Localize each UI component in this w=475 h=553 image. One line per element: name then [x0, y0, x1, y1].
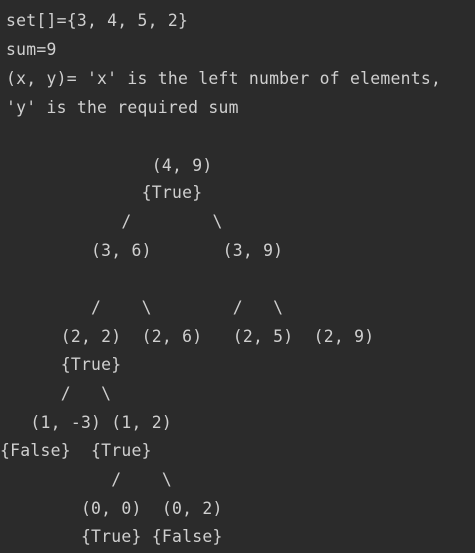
tree-branch: / \ [0, 384, 112, 403]
tree-level-1: (3, 6) (3, 9) [0, 241, 284, 260]
set-line: set[]={3, 4, 5, 2} [6, 11, 189, 30]
tree-branch: / \ / \ [0, 298, 284, 317]
tree-level-2: (2, 2) (2, 6) (2, 5) (2, 9) [0, 327, 375, 346]
tree-root-status: {True} [0, 183, 203, 202]
legend-line-2: 'y' is the required sum [6, 98, 239, 117]
tree-level-2-status: {True} [0, 355, 122, 374]
tree-branch: / \ [0, 212, 223, 231]
tree-level-4-status: {True} {False} [0, 527, 223, 546]
tree-level-4: (0, 0) (0, 2) [0, 499, 223, 518]
tree-level-3-status: {False} {True} [0, 441, 152, 460]
text-display: set[]={3, 4, 5, 2} sum=9 (x, y)= 'x' is … [0, 0, 475, 553]
sum-line: sum=9 [6, 40, 57, 59]
tree-branch: / \ [0, 470, 173, 489]
legend-line-1: (x, y)= 'x' is the left number of elemen… [6, 69, 442, 88]
tree-level-3: (1, -3) (1, 2) [0, 413, 173, 432]
tree-root: (4, 9) [0, 156, 213, 175]
